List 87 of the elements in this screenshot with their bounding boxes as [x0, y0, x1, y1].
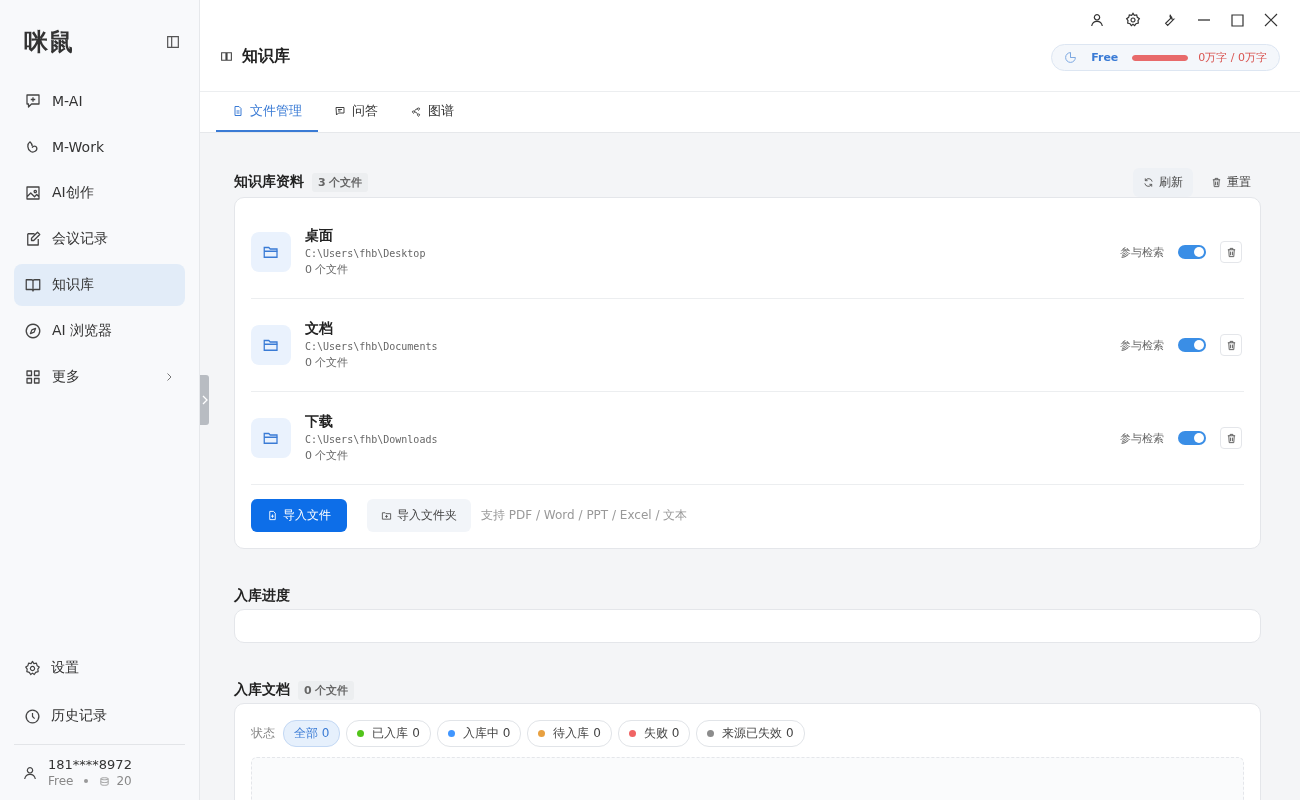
user-icon[interactable]	[1089, 12, 1105, 28]
trash-icon	[1225, 432, 1237, 444]
toggle-label: 参与检索	[1120, 337, 1164, 353]
close-icon[interactable]	[1264, 13, 1278, 27]
refresh-icon	[1143, 176, 1154, 188]
status-filter-chip[interactable]: 来源已失效 0	[696, 720, 805, 747]
sidebar-toggle-icon[interactable]	[165, 34, 181, 50]
nav-item[interactable]: M-Work	[14, 126, 185, 168]
section-title: 入库文档	[234, 681, 290, 699]
section-title: 入库进度	[234, 587, 290, 605]
book-icon	[220, 50, 233, 63]
count-badge: 0 个文件	[298, 680, 355, 700]
chat-icon	[334, 105, 346, 117]
delete-button[interactable]	[1220, 334, 1242, 356]
reset-button[interactable]: 重置	[1201, 167, 1261, 197]
nav-item[interactable]: 历史记录	[14, 692, 185, 740]
pie-chart-icon	[1064, 51, 1078, 64]
import-folder-button[interactable]: 导入文件夹	[367, 499, 471, 532]
nav-item[interactable]: 设置	[14, 644, 185, 692]
file-count: 0 个文件	[305, 355, 350, 370]
collapse-handle[interactable]	[200, 375, 209, 425]
nav-icon	[24, 184, 42, 202]
toggle-label: 参与检索	[1120, 430, 1164, 446]
supported-formats-hint: 支持 PDF / Word / PPT / Excel / 文本	[481, 507, 688, 524]
status-filter-chip[interactable]: 全部 0	[283, 720, 341, 747]
toggle-label: 参与检索	[1120, 244, 1164, 260]
share-icon	[410, 105, 422, 117]
user-phone: 181****8972	[48, 757, 132, 772]
count-badge: 3 个文件	[312, 172, 369, 192]
section-title: 知识库资料	[234, 173, 304, 191]
nav-icon	[24, 707, 41, 725]
folder-name: 桌面	[305, 227, 334, 245]
nav-item[interactable]: M-AI	[14, 80, 185, 122]
maximize-icon[interactable]	[1231, 13, 1244, 27]
separator-dot	[84, 779, 89, 783]
folder-path: C:\Users\fhb\Documents	[305, 341, 439, 352]
tab[interactable]: 问答	[318, 92, 394, 132]
file-count: 0 个文件	[305, 262, 350, 277]
status-filter-chip[interactable]: 已入库 0	[346, 720, 431, 747]
trash-icon	[1225, 246, 1237, 258]
user-icon	[22, 764, 38, 781]
filter-label: 状态	[251, 725, 275, 742]
delete-button[interactable]	[1220, 241, 1242, 263]
nav-icon	[24, 659, 41, 677]
search-toggle[interactable]	[1178, 431, 1206, 445]
plan-label: Free	[1091, 51, 1119, 64]
document-icon	[232, 105, 244, 117]
quota-usage: 0万字 / 0万字	[1198, 50, 1267, 65]
status-filter-chip[interactable]: 失败 0	[617, 720, 691, 747]
nav-icon	[24, 276, 42, 294]
status-filter-chip[interactable]: 待入库 0	[527, 720, 612, 747]
database-icon	[99, 775, 111, 787]
app-logo: 咪鼠	[24, 27, 74, 58]
folder-name: 文档	[305, 320, 334, 338]
folder-icon	[251, 232, 291, 272]
nav-icon	[24, 92, 42, 110]
nav-icon	[24, 368, 42, 386]
nav-item[interactable]: AI创作	[14, 172, 185, 214]
trash-icon	[1211, 176, 1222, 188]
file-count: 0 个文件	[305, 448, 350, 463]
search-toggle[interactable]	[1178, 245, 1206, 259]
plan-label: Free	[48, 774, 74, 788]
nav-item[interactable]: 会议记录	[14, 218, 185, 260]
nav-item[interactable]: 更多	[14, 356, 185, 398]
tab[interactable]: 文件管理	[216, 92, 318, 132]
credit-count: 20	[116, 774, 132, 788]
nav-item[interactable]: 知识库	[14, 264, 185, 306]
folder-icon	[251, 325, 291, 365]
folder-plus-icon	[381, 510, 392, 521]
file-plus-icon	[267, 510, 278, 521]
settings-icon[interactable]	[1125, 12, 1141, 28]
import-file-button[interactable]: 导入文件	[251, 499, 347, 532]
user-profile[interactable]: 181****8972 Free 20	[14, 744, 185, 788]
folder-icon	[251, 418, 291, 458]
refresh-button[interactable]: 刷新	[1133, 167, 1193, 197]
trash-icon	[1225, 339, 1237, 351]
folder-path: C:\Users\fhb\Desktop	[305, 248, 427, 259]
tab[interactable]: 图谱	[394, 92, 470, 132]
nav-icon	[24, 322, 42, 340]
search-toggle[interactable]	[1178, 338, 1206, 352]
delete-button[interactable]	[1220, 427, 1242, 449]
page-title: 知识库	[242, 46, 290, 67]
folder-path: C:\Users\fhb\Downloads	[305, 434, 439, 445]
status-filter-chip[interactable]: 入库中 0	[436, 720, 522, 747]
nav-icon	[24, 230, 42, 248]
nav-item[interactable]: AI 浏览器	[14, 310, 185, 352]
folder-name: 下载	[305, 413, 334, 431]
